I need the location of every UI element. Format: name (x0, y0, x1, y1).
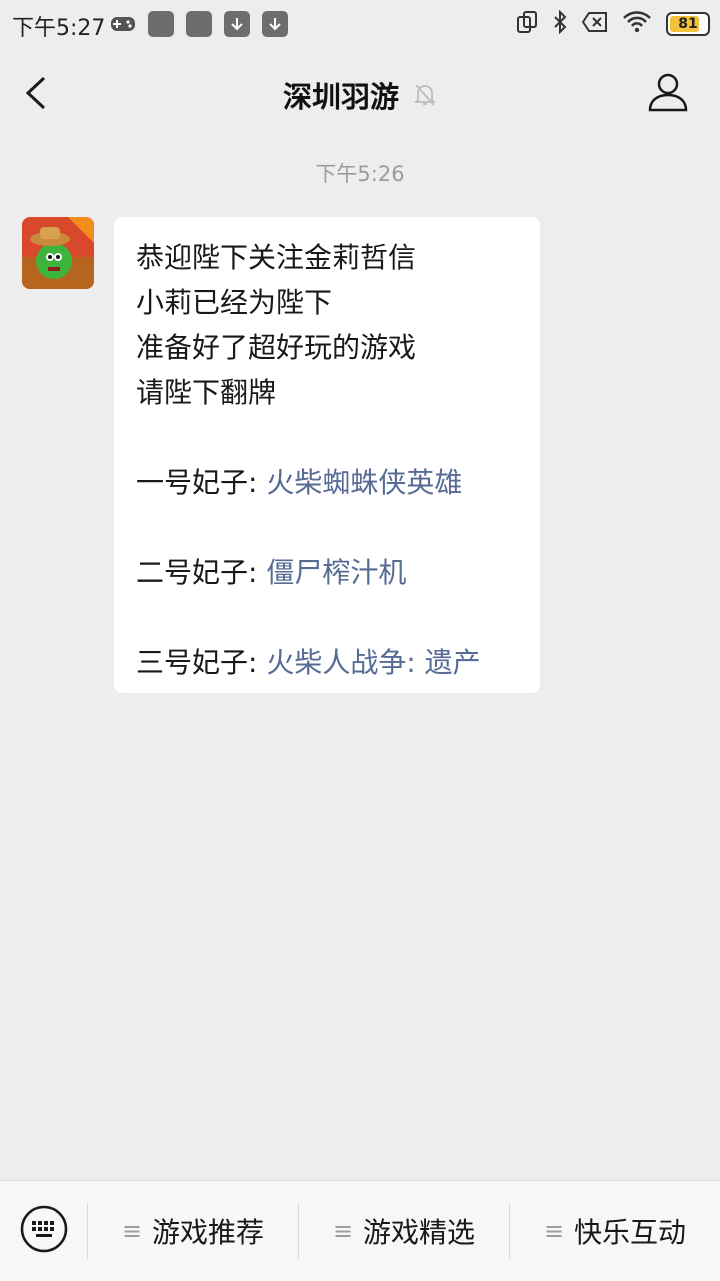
menu-item-label: 快乐互动 (574, 1216, 687, 1249)
profile-button[interactable] (646, 70, 690, 114)
system-icons: 81 (516, 9, 710, 38)
option-label: 二号妃子: (136, 556, 267, 589)
game-link[interactable]: 僵尸榨汁机 (266, 556, 406, 589)
menu-lines-icon: ≡ (543, 1217, 565, 1245)
gamepad-icon (110, 11, 136, 41)
notification-icons (110, 11, 288, 41)
message-line: 恭迎陛下关注金莉哲信 (136, 241, 417, 274)
mute-bell-icon (413, 84, 437, 106)
message-line: 准备好了超好玩的游戏 (136, 331, 417, 364)
download-icon (224, 11, 250, 37)
service-menu-bar: ≡ 游戏推荐 ≡ 游戏精选 ≡ 快乐互动 (0, 1180, 720, 1281)
menu-item-label: 游戏精选 (363, 1216, 476, 1249)
rotate-icon (516, 10, 538, 38)
menu-item-label: 游戏推荐 (152, 1216, 265, 1249)
menu-lines-icon: ≡ (121, 1217, 143, 1245)
chat-header: 深圳羽游 (0, 48, 720, 138)
menu-item-happy-interaction[interactable]: ≡ 快乐互动 (510, 1181, 720, 1281)
message-timestamp: 下午5:26 (315, 162, 405, 186)
game-option-line: 二号妃子: 僵尸榨汁机 (136, 550, 518, 595)
game-option-line: 一号妃子: 火柴蜘蛛侠英雄 (136, 460, 518, 505)
game-link[interactable]: 火柴蜘蛛侠英雄 (266, 466, 462, 499)
app-notification-icon (186, 11, 212, 37)
battery-percent: 81 (678, 16, 698, 32)
game-character-avatar-icon (22, 217, 94, 289)
menu-lines-icon: ≡ (332, 1217, 354, 1245)
message-line: 小莉已经为陛下 (136, 286, 333, 319)
chat-title: 深圳羽游 (282, 80, 399, 114)
menu-item-game-recommend[interactable]: ≡ 游戏推荐 (88, 1181, 298, 1281)
app-notification-icon (148, 11, 174, 37)
no-sim-icon (581, 11, 608, 37)
message-bubble: 恭迎陛下关注金莉哲信 小莉已经为陛下 准备好了超好玩的游戏 请陛下翻牌 一号妃子… (114, 217, 540, 693)
menu-item-game-selection[interactable]: ≡ 游戏精选 (299, 1181, 509, 1281)
battery-indicator: 81 (666, 12, 710, 36)
keyboard-toggle-button[interactable] (20, 1205, 68, 1253)
keyboard-icon (20, 1205, 68, 1253)
bluetooth-icon (552, 9, 568, 38)
message-line: 请陛下翻牌 (136, 376, 277, 409)
page-title: 深圳羽游 (0, 74, 720, 116)
game-option-line: 三号妃子: 火柴人战争: 遗产 (136, 640, 518, 685)
user-icon (648, 73, 688, 112)
status-time: 下午5:27 (12, 16, 106, 41)
avatar[interactable] (22, 217, 94, 289)
option-label: 一号妃子: (136, 466, 267, 499)
status-bar: 下午5:27 81 (0, 0, 720, 48)
game-link[interactable]: 火柴人战争: 遗产 (266, 646, 480, 679)
wifi-icon (622, 10, 652, 38)
option-label: 三号妃子: (136, 646, 267, 679)
download-icon (262, 11, 288, 37)
